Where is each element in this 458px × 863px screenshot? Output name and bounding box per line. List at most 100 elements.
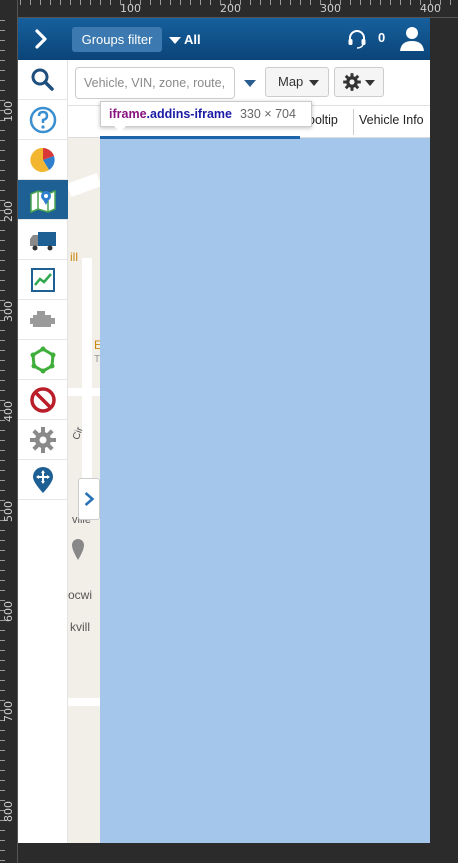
- ruler-tick: [0, 590, 5, 591]
- ruler-tick: [290, 0, 291, 5]
- ruler-tick: [0, 290, 5, 291]
- addins-iframe[interactable]: [100, 138, 430, 843]
- nav-engine[interactable]: [18, 300, 68, 340]
- user-icon[interactable]: [398, 24, 426, 52]
- ruler-tick: [0, 390, 5, 391]
- ruler-tick: [400, 0, 401, 5]
- ruler-tick: [0, 450, 5, 451]
- ruler-tick: [0, 190, 5, 191]
- ruler-tick: [0, 30, 5, 31]
- ruler-tick: [0, 380, 5, 381]
- map-view-dropdown[interactable]: Map: [265, 67, 329, 97]
- nav-dashboard[interactable]: [18, 140, 68, 180]
- tab-tooltip[interactable]: ooltip: [308, 113, 338, 127]
- ruler-label: 500: [2, 501, 15, 522]
- notification-count[interactable]: 0: [378, 30, 385, 45]
- ruler-tick: [380, 0, 381, 5]
- ruler-tick: [310, 0, 311, 5]
- map-road: [68, 698, 100, 706]
- ruler-tick: [390, 0, 391, 5]
- ruler-tick: [0, 150, 5, 151]
- nav-map[interactable]: [18, 180, 68, 220]
- map-settings-dropdown[interactable]: [334, 67, 384, 97]
- sidebar: [18, 60, 68, 843]
- groups-all-dropdown[interactable]: All: [169, 27, 201, 52]
- ruler-label: 400: [2, 401, 15, 422]
- ruler-tick: [30, 0, 31, 5]
- ruler-tick: [170, 0, 171, 5]
- ruler-tick: [0, 670, 5, 671]
- map-label: kvill: [70, 620, 90, 634]
- ruler-tick: [0, 570, 5, 571]
- nav-search[interactable]: [18, 60, 68, 100]
- settings-icon: [30, 426, 56, 453]
- ruler-tick: [280, 0, 281, 5]
- nav-vehicles[interactable]: [18, 220, 68, 260]
- ruler-tick: [0, 270, 5, 271]
- zones-icon: [30, 346, 56, 373]
- chevron-right-icon[interactable]: [28, 26, 54, 52]
- ruler-tick: [0, 250, 5, 251]
- ruler-tick: [0, 280, 5, 281]
- ruler-tick: [70, 0, 71, 5]
- inspect-dimensions: 330 × 704: [239, 107, 296, 121]
- caret-down-icon: [169, 37, 181, 45]
- headset-icon[interactable]: [346, 28, 368, 50]
- ruler-tick: [190, 0, 191, 5]
- ruler-tick: [250, 0, 251, 5]
- ruler-tick: [0, 860, 5, 861]
- inspect-tooltip-arrow: [114, 126, 126, 132]
- ruler-tick: [0, 20, 5, 21]
- ruler-tick: [0, 460, 5, 461]
- ruler-tick: [0, 780, 5, 781]
- groups-filter-button[interactable]: Groups filter: [72, 27, 162, 52]
- ruler-tick: [0, 650, 5, 651]
- ruler-tick: [0, 560, 5, 561]
- ruler-tick: [90, 0, 91, 5]
- map-road: [68, 172, 100, 198]
- app-window: Groups filter All 0 Vehicle, VIN, zone, …: [18, 18, 430, 843]
- nav-help[interactable]: [18, 100, 68, 140]
- ruler-tick: [0, 550, 5, 551]
- ruler-tick: [370, 0, 371, 5]
- ruler-tick: [0, 160, 5, 161]
- ruler-tick: [20, 0, 21, 5]
- expand-panel-button[interactable]: [78, 478, 100, 520]
- engine-icon: [30, 310, 55, 327]
- ruler-tick: [0, 490, 5, 491]
- nav-settings[interactable]: [18, 420, 68, 460]
- ruler-tick: [0, 750, 5, 751]
- nav-zones[interactable]: [18, 340, 68, 380]
- search-dropdown-caret[interactable]: [244, 80, 256, 87]
- nav-directions[interactable]: [18, 460, 68, 500]
- truck-icon: [30, 231, 56, 250]
- ruler-tick: [0, 340, 5, 341]
- tab-divider: [353, 109, 354, 135]
- ruler-tick: [0, 740, 5, 741]
- nav-exceptions[interactable]: [18, 380, 68, 420]
- chevron-right-icon: [84, 492, 95, 506]
- nav-activity[interactable]: [18, 260, 68, 300]
- ruler-tick: [0, 630, 5, 631]
- ruler-tick: [100, 0, 101, 5]
- ruler-tick: [40, 0, 41, 5]
- activity-chart-icon: [31, 267, 55, 292]
- ruler-label: 700: [2, 701, 15, 722]
- ruler-tick: [0, 680, 5, 681]
- tab-vehicle-info[interactable]: Vehicle Info: [359, 113, 424, 127]
- search-icon: [31, 68, 54, 91]
- ruler-tick: [0, 360, 5, 361]
- ruler-tick: [80, 0, 81, 5]
- ruler-tick: [410, 0, 411, 5]
- search-input[interactable]: [75, 67, 235, 99]
- search-toolbar: Map: [68, 60, 430, 106]
- exceptions-icon: [30, 386, 56, 413]
- ruler-label: 300: [320, 2, 341, 15]
- top-bar: Groups filter All 0: [18, 18, 430, 60]
- ruler-tick: [110, 0, 111, 5]
- inspect-class: .addins-iframe: [146, 107, 232, 121]
- ruler-tick: [0, 530, 5, 531]
- ruler-tick: [260, 0, 261, 5]
- ruler-tick: [0, 230, 5, 231]
- ruler-tick: [270, 0, 271, 5]
